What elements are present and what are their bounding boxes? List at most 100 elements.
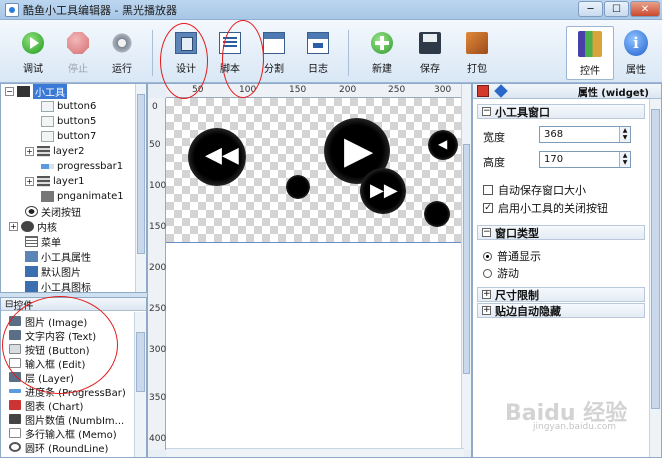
collapse-icon[interactable]: −: [482, 107, 491, 116]
split-button[interactable]: 分割: [254, 32, 294, 80]
sort-icon[interactable]: [494, 84, 508, 98]
scroll-thumb[interactable]: [136, 332, 145, 392]
stop-button[interactable]: 停止: [58, 32, 98, 80]
control-item-chart[interactable]: 图表 (Chart): [9, 398, 83, 413]
close-button[interactable]: ✕: [630, 1, 660, 17]
controls-panel: ⊟ 控件 图片 (Image) 文字内容 (Text) 按钮 (Button) …: [0, 297, 147, 458]
design-button[interactable]: 设计: [166, 32, 206, 80]
autosave-size-checkbox[interactable]: 自动保存窗口大小: [483, 182, 586, 198]
checkbox-checked-icon[interactable]: ✓: [483, 203, 493, 213]
dot-preview[interactable]: [286, 175, 310, 199]
play-icon: ▶: [344, 128, 374, 172]
save-button[interactable]: 保存: [410, 32, 450, 80]
canvas-hscrollbar[interactable]: [166, 448, 464, 457]
expand-icon[interactable]: +: [482, 290, 491, 299]
section-size-limit[interactable]: + 尺寸限制: [477, 287, 645, 302]
maximize-button[interactable]: ☐: [604, 1, 629, 17]
forward-icon: ▶▶: [370, 180, 398, 201]
tree-item[interactable]: + layer1: [25, 174, 84, 189]
properties-tab[interactable]: i 属性: [612, 26, 660, 80]
vertical-ruler: 0 50 100 150 200 250 300 350 400: [148, 98, 166, 450]
tree-item[interactable]: pnganimate1: [41, 189, 124, 204]
expand-icon[interactable]: +: [25, 147, 34, 156]
checkbox-icon[interactable]: [483, 185, 493, 195]
category-icon[interactable]: [477, 85, 489, 97]
control-item-text[interactable]: 文字内容 (Text): [9, 328, 96, 343]
control-item-numbimage[interactable]: 图片数值 (NumbIm...: [9, 412, 124, 427]
height-spinbox[interactable]: 170 ▲ ▼: [539, 151, 631, 168]
progressbar-icon: [9, 389, 21, 393]
expand-icon[interactable]: +: [9, 222, 18, 231]
controls-scrollbar[interactable]: [134, 312, 146, 457]
rewind-icon: ◀◀: [205, 143, 239, 168]
expand-icon[interactable]: +: [25, 177, 34, 186]
split-icon: [263, 32, 285, 54]
tree-item[interactable]: 菜单: [25, 234, 61, 249]
control-item-layer[interactable]: 层 (Layer): [9, 370, 74, 385]
control-item-edit[interactable]: 输入框 (Edit): [9, 356, 85, 371]
tree-item[interactable]: 小工具属性: [25, 249, 91, 264]
info-icon: i: [624, 30, 648, 56]
toolbar-separator: [152, 30, 153, 76]
speaker-icon: ◀: [438, 137, 448, 151]
widget-icon: [17, 86, 30, 97]
normal-display-radio[interactable]: 普通显示: [483, 248, 541, 264]
dot-preview[interactable]: [424, 201, 450, 227]
scroll-thumb[interactable]: [651, 109, 660, 409]
script-button[interactable]: 脚本: [210, 32, 250, 80]
design-stage[interactable]: ◀◀ ▶ ▶▶ ◀: [166, 98, 464, 448]
ruler-tick: 300: [434, 85, 452, 95]
pack-button[interactable]: 打包: [457, 32, 497, 80]
properties-label: 属性: [626, 65, 646, 76]
control-item-image[interactable]: 图片 (Image): [9, 314, 87, 329]
tree-scrollbar[interactable]: [135, 84, 146, 292]
ruler-tick: 200: [149, 263, 167, 273]
tree-item[interactable]: button7: [41, 129, 96, 144]
script-icon: [219, 32, 241, 54]
tree-item-root[interactable]: − 小工具: [5, 84, 67, 99]
run-button[interactable]: 运行: [102, 32, 142, 80]
collapse-icon[interactable]: −: [5, 87, 14, 96]
debug-button[interactable]: 调试: [13, 32, 53, 80]
minimize-button[interactable]: ─: [578, 1, 603, 17]
volume-button-preview[interactable]: ◀: [428, 130, 458, 160]
control-item-memo[interactable]: 多行输入框 (Memo): [9, 426, 117, 441]
section-widget-window[interactable]: − 小工具窗口: [477, 104, 645, 119]
radio-selected-icon[interactable]: [483, 251, 492, 261]
log-button[interactable]: 日志: [298, 32, 338, 80]
scroll-thumb[interactable]: [137, 94, 145, 254]
section-window-type[interactable]: − 窗口类型: [477, 225, 645, 240]
tree-item[interactable]: 小工具图标: [25, 279, 91, 292]
enable-close-checkbox[interactable]: ✓ 启用小工具的关闭按钮: [483, 200, 608, 216]
spin-arrows-icon[interactable]: ▲ ▼: [619, 127, 630, 142]
ruler-tick: 150: [149, 222, 167, 232]
control-item-progressbar[interactable]: 进度条 (ProgressBar): [9, 384, 126, 399]
control-item-button[interactable]: 按钮 (Button): [9, 342, 89, 357]
widget-preview[interactable]: ◀◀ ▶ ▶▶ ◀: [166, 98, 464, 243]
section-edge-autohide[interactable]: + 贴边自动隐藏: [477, 303, 645, 318]
widget-tree: − 小工具 button6 button5 button7 + layer2 pr…: [0, 83, 147, 293]
tree-item[interactable]: + 内核: [9, 219, 57, 234]
scroll-thumb[interactable]: [463, 144, 470, 374]
tree-item[interactable]: progressbar1: [41, 159, 123, 174]
rewind-button-preview[interactable]: ◀◀: [188, 128, 246, 186]
tree-item[interactable]: + layer2: [25, 144, 84, 159]
tree-item[interactable]: button6: [41, 99, 96, 114]
collapse-icon[interactable]: −: [482, 228, 491, 237]
widgets-tab[interactable]: 控件: [566, 26, 614, 80]
property-scrollbar[interactable]: [649, 99, 661, 457]
float-radio[interactable]: 游动: [483, 265, 519, 281]
width-spinbox[interactable]: 368 ▲ ▼: [539, 126, 631, 143]
expand-icon[interactable]: +: [482, 306, 491, 315]
spin-arrows-icon[interactable]: ▲ ▼: [619, 152, 630, 167]
ruler-tick: 400: [149, 434, 167, 444]
tree-item[interactable]: 关闭按钮: [25, 204, 81, 219]
canvas-scrollbar[interactable]: [461, 84, 471, 450]
tree-item[interactable]: button5: [41, 114, 96, 129]
controls-header[interactable]: ⊟ 控件: [1, 298, 146, 312]
radio-icon[interactable]: [483, 268, 492, 278]
control-item-roundline[interactable]: 圆环 (RoundLine): [9, 440, 108, 455]
tree-item[interactable]: 默认图片: [25, 264, 81, 279]
forward-button-preview[interactable]: ▶▶: [360, 168, 406, 214]
new-button[interactable]: 新建: [362, 32, 402, 80]
